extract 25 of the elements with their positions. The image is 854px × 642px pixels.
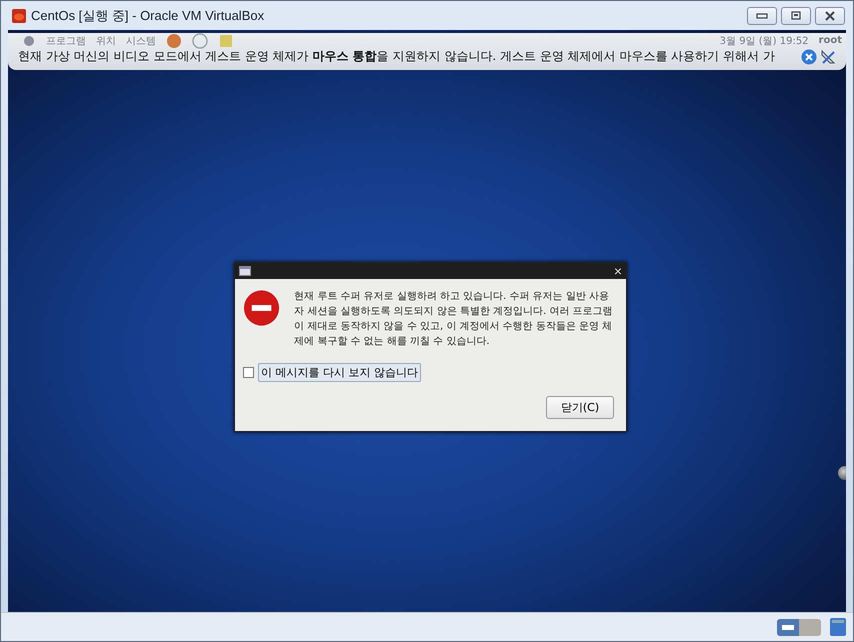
- window-icon: [239, 266, 251, 276]
- close-icon[interactable]: [801, 48, 817, 64]
- dialog-message: 현재 루트 수퍼 유저로 실행하려 하고 있습니다. 수퍼 유저는 일반 사용자 세션을 실행하도록 의도되지 않은 특별한 계정입니다. 여러 프로그램이 제대로 동작하지 않을 수 있고, 이 계정에서 수행한 동작들은 운영 체제에 복구할 수 없는 해를 끼칠 수 있습니다.: [294, 290, 614, 349]
- panel-menu[interactable]: 시스템: [126, 34, 156, 48]
- close-dialog-button[interactable]: 닫기(C): [546, 396, 614, 419]
- mouse-pointer-icon[interactable]: [820, 48, 836, 64]
- restore-icon: [789, 10, 803, 20]
- close-button[interactable]: [815, 6, 845, 24]
- checkbox-label[interactable]: 이 메시지를 다시 보지 않습니다: [258, 363, 421, 382]
- notification-text: 현재 가상 머신의 비디오 모드에서 게스트 운영 체제가 마우스 통합을 지원하지 않습니다. 게스트 운영 체제에서 마우스를 사용하기 위해서 가: [18, 48, 776, 65]
- dialog-close-button[interactable]: ×: [614, 264, 622, 278]
- app-icon: [11, 8, 27, 24]
- maximize-button[interactable]: [781, 6, 811, 24]
- panel-clock[interactable]: 3월 9일 (월) 19:52: [720, 34, 809, 48]
- mouse-integration-toggle[interactable]: [777, 618, 821, 636]
- minimize-button[interactable]: [747, 6, 777, 24]
- panel-user[interactable]: root: [818, 35, 842, 46]
- minimize-icon: [755, 12, 769, 20]
- checkbox[interactable]: [243, 367, 254, 378]
- window-title: CentOs [실행 중] - Oracle VM VirtualBox: [31, 6, 266, 24]
- panel-menu[interactable]: 위치: [96, 34, 116, 48]
- storage-icon: [829, 617, 847, 637]
- panel-menu[interactable]: 프로그램: [46, 34, 86, 48]
- error-icon: [243, 289, 280, 327]
- close-icon: [823, 10, 837, 20]
